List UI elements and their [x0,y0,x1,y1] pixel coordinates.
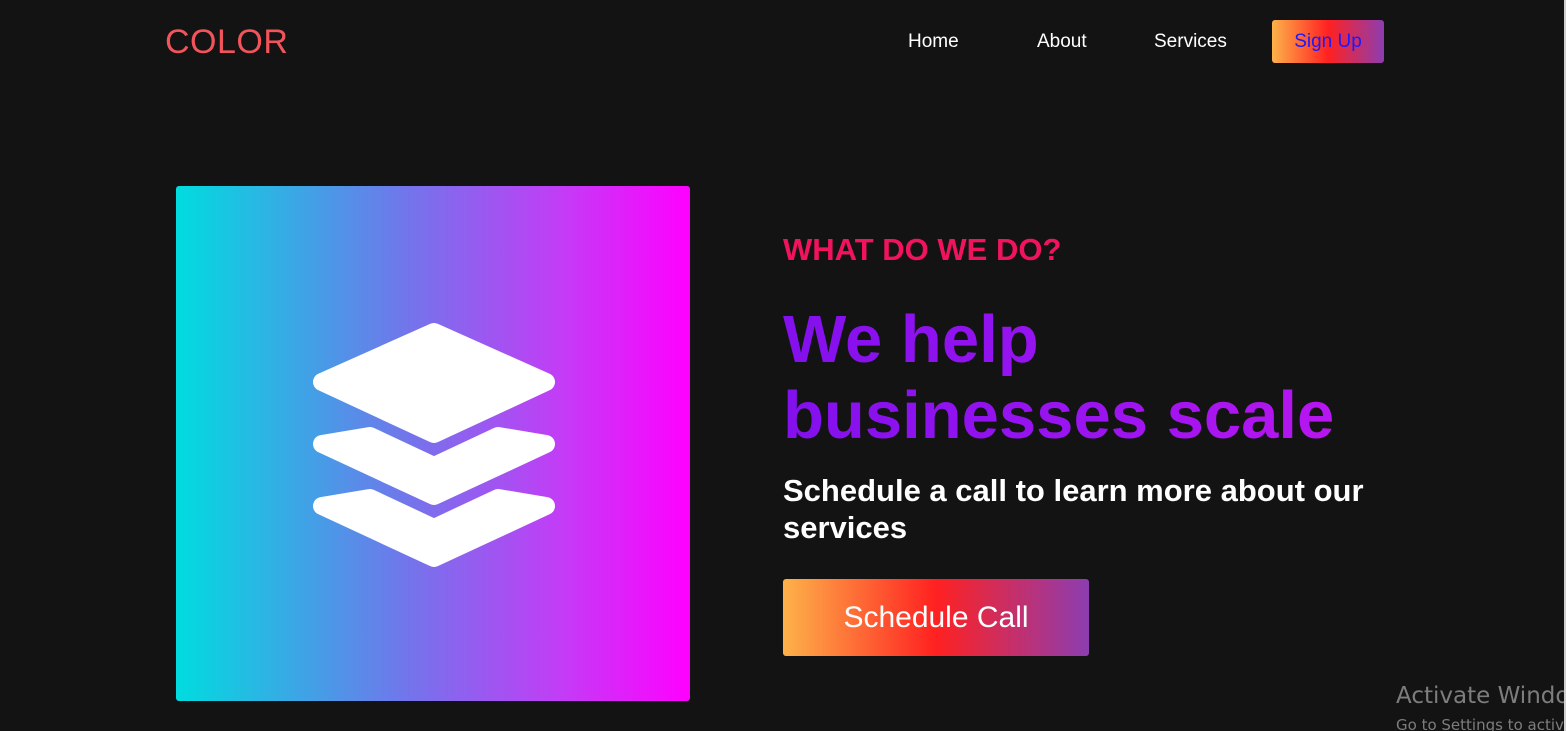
watermark-title: Activate Windows [1396,683,1564,709]
sign-up-button[interactable]: Sign Up [1272,20,1384,63]
hero-subheadline: Schedule a call to learn more about our … [783,473,1364,545]
nav-link-about[interactable]: About [1037,31,1087,53]
activate-windows-watermark: Activate Windows Go to Settings to activ… [1396,682,1564,731]
hero-headline: We help businesses scale [783,302,1423,454]
schedule-call-button[interactable]: Schedule Call [783,579,1089,656]
layers-icon [313,323,555,567]
navbar: COLOR Home About Services Sign Up [0,0,1564,84]
hero-headline-line-1: We help [783,302,1039,377]
nav-link-home[interactable]: Home [908,31,959,53]
page: COLOR Home About Services Sign Up WHAT D… [0,0,1566,731]
section-eyebrow: WHAT DO WE DO? [783,232,1062,267]
watermark-subtitle: Go to Settings to activate Windows. [1396,716,1564,731]
hero-headline-line-2: businesses scale [783,378,1335,453]
hero-image [176,186,690,701]
logo[interactable]: COLOR [165,22,288,62]
nav-link-services[interactable]: Services [1154,31,1227,53]
